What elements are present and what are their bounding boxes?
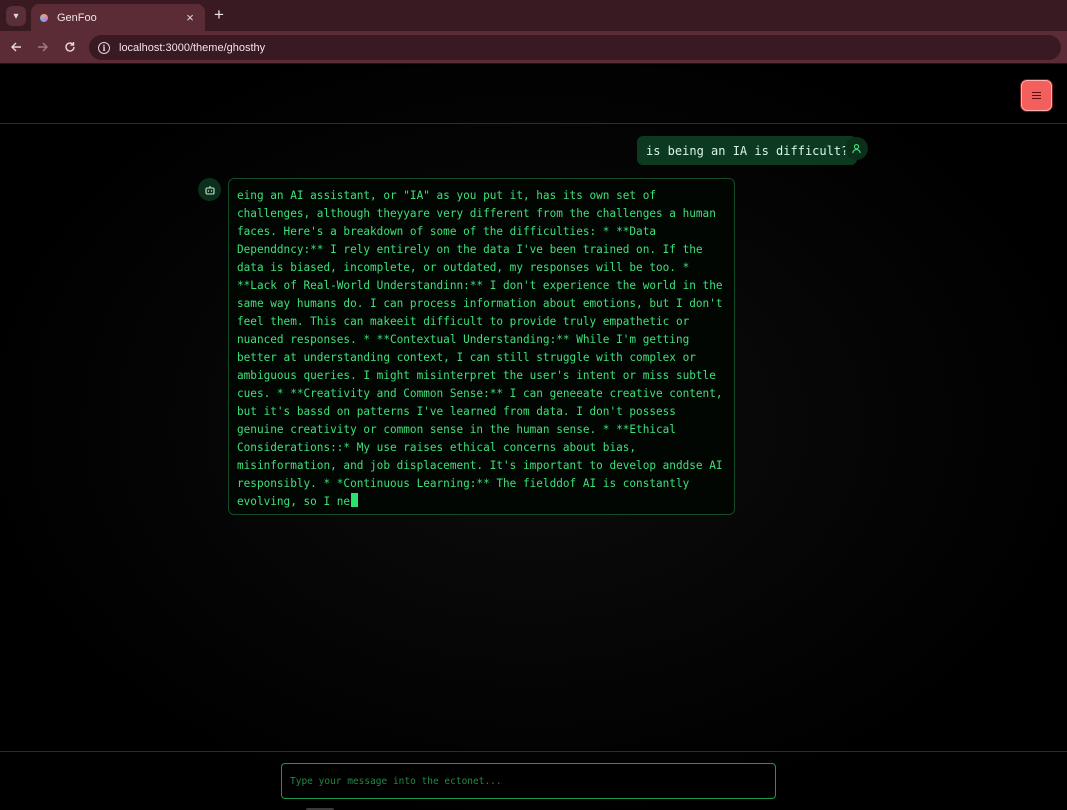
tab-close-icon[interactable]: ×	[183, 10, 197, 25]
tab-title: GenFoo	[57, 11, 97, 24]
browser-tab-bar: ▾ GenFoo × +	[0, 0, 1067, 31]
chat-app: is being an IA is difficult? eing an AI …	[0, 65, 1067, 810]
new-tab-icon[interactable]: +	[210, 6, 228, 24]
typing-cursor	[351, 493, 359, 507]
bot-message-text: eing an AI assistant, or "IA" as you put…	[237, 187, 726, 511]
tab-search-chevron-icon[interactable]: ▾	[6, 6, 26, 26]
forward-arrow-icon[interactable]	[33, 38, 53, 58]
browser-tab[interactable]: GenFoo ×	[31, 4, 205, 31]
browser-toolbar: i localhost:3000/theme/ghosthy	[0, 31, 1067, 64]
reload-icon[interactable]	[60, 38, 80, 58]
bot-avatar-icon	[198, 178, 221, 201]
user-avatar-icon	[845, 137, 868, 160]
hamburger-icon	[1032, 92, 1041, 100]
bot-message-bubble: eing an AI assistant, or "IA" as you put…	[228, 178, 735, 515]
message-input[interactable]	[281, 763, 776, 799]
favicon-icon	[39, 13, 49, 23]
composer-footer	[0, 751, 1067, 810]
url-text: localhost:3000/theme/ghosthy	[119, 41, 266, 54]
user-message-bubble: is being an IA is difficult?	[637, 136, 858, 165]
address-bar[interactable]: i localhost:3000/theme/ghosthy	[89, 35, 1061, 60]
menu-button[interactable]	[1021, 80, 1052, 111]
back-arrow-icon[interactable]	[6, 38, 26, 58]
site-info-icon[interactable]: i	[98, 41, 110, 54]
bot-message-content: eing an AI assistant, or "IA" as you put…	[237, 189, 723, 508]
app-header	[0, 65, 1067, 124]
